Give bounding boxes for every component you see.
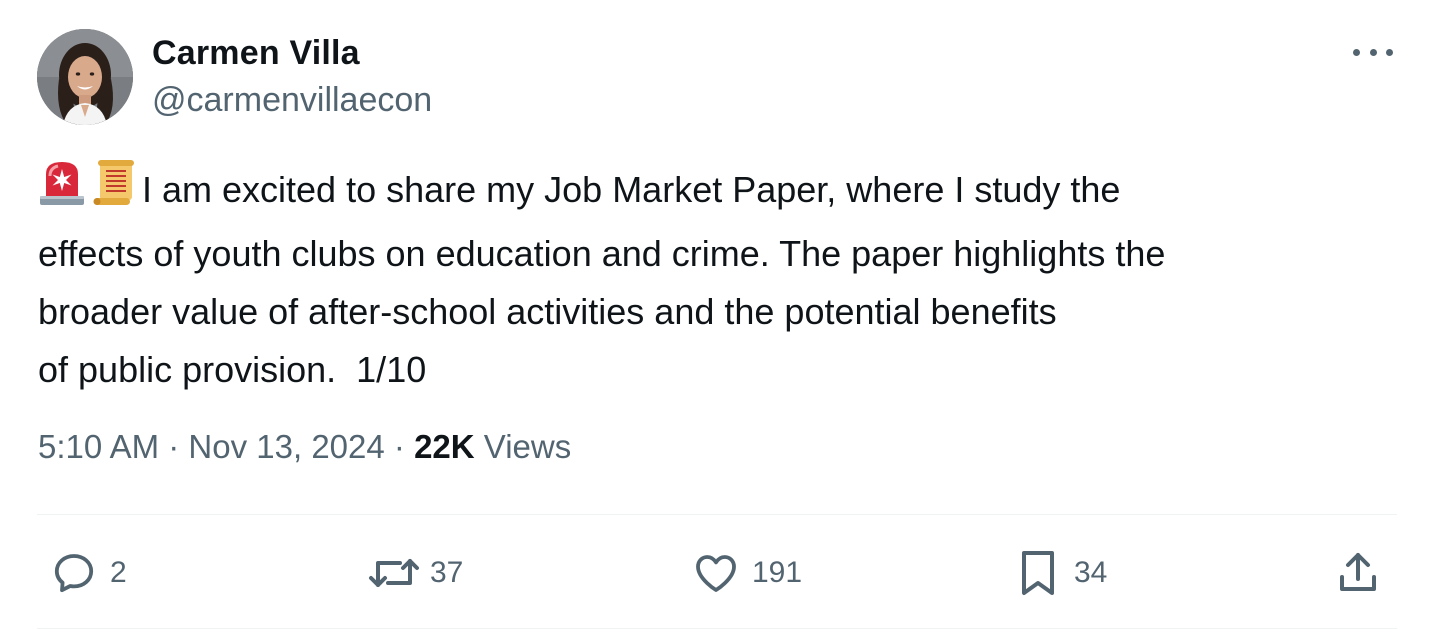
reply-button[interactable]: 2 — [50, 548, 127, 598]
scroll-emoji — [90, 158, 138, 225]
repost-count: 37 — [430, 556, 464, 589]
bookmark-count: 34 — [1074, 556, 1108, 589]
repost-button[interactable]: 37 — [366, 548, 463, 598]
tweet-meta: 5:10 AM · Nov 13, 2024 · 22K Views — [38, 428, 571, 466]
more-options-button[interactable] — [1353, 40, 1393, 64]
divider — [37, 628, 1397, 629]
avatar[interactable] — [37, 29, 133, 125]
reply-count: 2 — [110, 556, 127, 589]
meta-separator: · — [393, 428, 405, 465]
views-label[interactable]: Views — [484, 428, 571, 465]
tweet-line-4: of public provision. 1/10 — [38, 349, 427, 390]
like-button[interactable]: 191 — [692, 548, 802, 598]
more-horizontal-icon — [1353, 48, 1360, 56]
profile-photo — [37, 29, 133, 125]
repost-icon — [369, 559, 419, 587]
share-button[interactable] — [1334, 548, 1382, 598]
share-icon — [1340, 553, 1376, 591]
divider — [37, 514, 1397, 515]
bookmark-button[interactable]: 34 — [1014, 548, 1107, 598]
tweet-date[interactable]: Nov 13, 2024 — [188, 428, 384, 465]
bookmark-icon — [1022, 551, 1054, 595]
reply-icon — [54, 554, 94, 593]
meta-separator: · — [168, 428, 180, 465]
tweet-text: I am excited to share my Job Market Pape… — [38, 158, 1398, 399]
heart-icon — [696, 555, 736, 592]
tweet-line-3: broader value of after-school activities… — [38, 291, 1057, 332]
tweet-time[interactable]: 5:10 AM — [38, 428, 159, 465]
author-handle[interactable]: @carmenvillaecon — [152, 81, 432, 120]
like-count: 191 — [752, 556, 803, 589]
tweet-line-2: effects of youth clubs on education and … — [38, 233, 1166, 274]
views-count[interactable]: 22K — [414, 428, 475, 465]
tweet-line-1: I am excited to share my Job Market Pape… — [142, 169, 1121, 210]
author-name[interactable]: Carmen Villa — [152, 34, 360, 73]
police-light-emoji — [38, 158, 86, 225]
